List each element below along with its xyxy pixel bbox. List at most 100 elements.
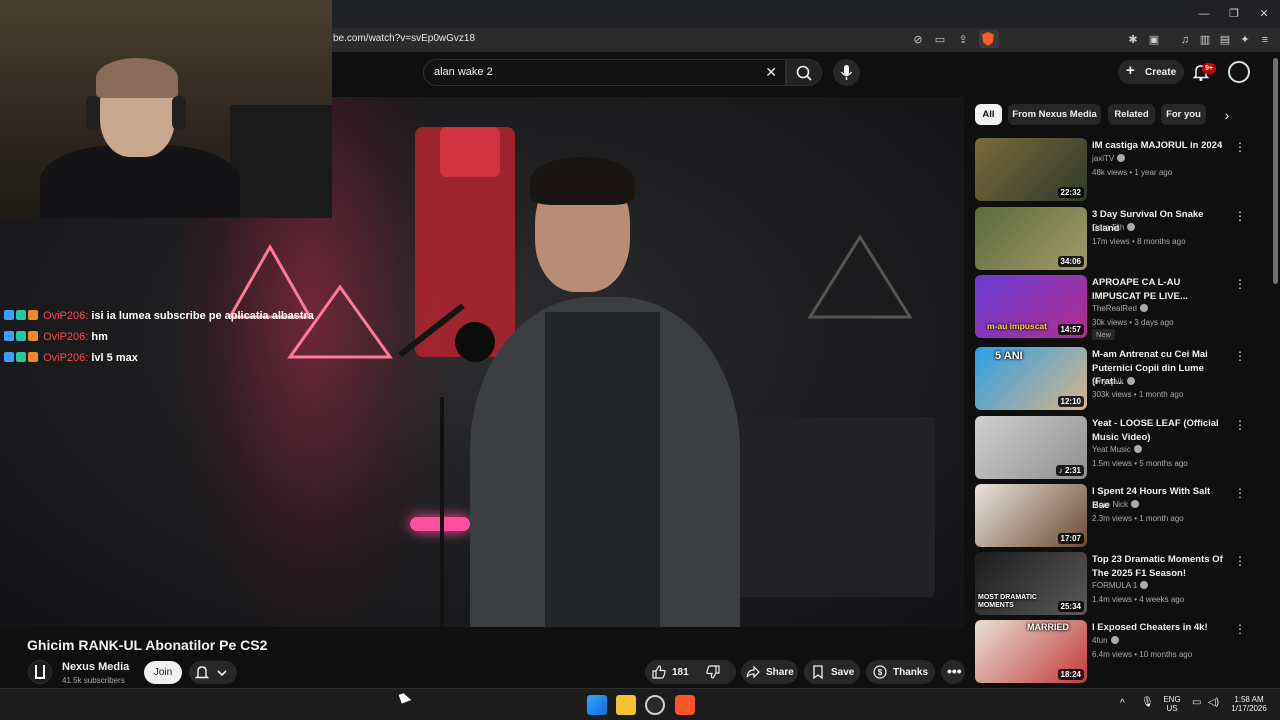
video-title-link[interactable]: APROAPE CA L-AU IMPUSCAT PE LIVE... [1092,276,1230,303]
thumbnail-caption: m-au impuscat [987,321,1047,331]
video-thumbnail[interactable]: MOST DRAMATIC MOMENTS 25:34 [975,552,1087,615]
channel-name[interactable]: tony saik [1092,377,1135,386]
chat-text: isi ia lumea subscribe pe aplicatia alba… [91,310,314,322]
restore-icon[interactable]: ❐ [1226,6,1242,22]
share-page-icon[interactable]: ⇪ [955,32,971,48]
video-thumbnail[interactable]: 22:32 [975,138,1087,201]
account-avatar[interactable] [1228,61,1250,83]
like-icon[interactable] [651,664,667,680]
more-actions-button[interactable]: ••• [941,660,965,684]
video-thumbnail[interactable]: MARRIED 18:24 [975,620,1087,683]
video-thumbnail[interactable]: 5 ANI 12:10 [975,347,1087,410]
video-thumbnail[interactable]: 34:06 [975,207,1087,270]
video-meta: 1.4m views • 4 weeks ago [1092,595,1185,604]
tray-overflow-icon[interactable]: ^ [1120,698,1125,709]
recommended-video[interactable]: MOST DRAMATIC MOMENTS 25:34 Top 23 Drama… [975,552,1255,616]
video-duration: ♪ 2:31 [1055,465,1084,476]
like-count[interactable]: 181 [672,667,689,678]
recommended-video[interactable]: ♪ 2:31 Yeat - LOOSE LEAF (Official Music… [975,416,1255,480]
channel-name[interactable]: jaxiTV [1092,154,1126,163]
more-vertical-icon[interactable]: ⋮ [1234,622,1246,636]
channel-name[interactable]: TheRealRed [1092,304,1148,313]
search-button[interactable] [786,59,822,86]
clear-search-icon[interactable]: ✕ [765,64,777,81]
recommended-video[interactable]: MARRIED 18:24 I Exposed Cheaters in 4k! … [975,620,1255,684]
channel-name[interactable]: More Nick [1092,500,1140,509]
tray-mic-icon[interactable]: 🎙 [1141,697,1154,708]
sidebar-icon[interactable]: ▥ [1197,32,1213,48]
video-title-link[interactable]: Top 23 Dramatic Moments Of The 2025 F1 S… [1092,553,1230,580]
chip-all[interactable]: All [975,104,1002,125]
menu-icon[interactable]: ≡ [1257,32,1273,48]
dislike-icon[interactable] [705,664,721,680]
more-horizontal-icon: ••• [947,663,962,679]
start-menu-icon[interactable] [587,695,607,715]
more-vertical-icon[interactable]: ⋮ [1234,140,1246,154]
thanks-button[interactable]: $ Thanks [866,660,935,684]
wall-shapes [807,234,913,319]
channel-name[interactable]: FORMULA 1 [1092,581,1149,590]
thanks-label: Thanks [893,667,929,678]
close-window-icon[interactable]: ✕ [1256,6,1272,22]
system-clock[interactable]: 1:58 AM 1/17/2026 [1224,695,1274,713]
subscription-bell-button[interactable] [189,661,237,684]
brave-browser-icon[interactable] [675,695,695,715]
recommended-video[interactable]: 22:32 iM castiga MAJORUL in 2024 jaxiTV … [975,138,1255,202]
channel-name[interactable]: Dara Tah [1092,223,1136,232]
wallet-icon[interactable]: ▤ [1217,32,1233,48]
minimize-icon[interactable]: — [1196,6,1212,22]
music-icon[interactable]: ♫ [1177,32,1193,48]
channel-name[interactable]: 4fun [1092,636,1119,645]
channel-name[interactable]: Yeat Music [1092,445,1142,454]
app-icon[interactable] [645,695,665,715]
more-vertical-icon[interactable]: ⋮ [1234,277,1246,291]
scrollbar-thumb[interactable] [1273,58,1278,284]
video-thumbnail[interactable]: m-au impuscat 14:57 [975,275,1087,338]
bell-chevron-icon [194,666,227,679]
video-title-link[interactable]: Yeat - LOOSE LEAF (Official Music Video) [1092,417,1230,444]
chevron-right-icon[interactable]: › [1218,106,1236,124]
video-thumbnail[interactable]: 17:07 [975,484,1087,547]
create-button[interactable]: + Create [1118,60,1184,84]
cast-icon[interactable]: ▭ [932,32,948,48]
recommended-video[interactable]: 5 ANI 12:10 M-am Antrenat cu Cei Mai Put… [975,347,1255,411]
channel-name[interactable]: Nexus Media [62,661,129,673]
person-shirt [545,312,660,627]
recommended-video[interactable]: 17:07 I Spent 24 Hours With Salt Bae Mor… [975,484,1255,548]
chip-related[interactable]: Related [1108,104,1155,125]
video-title-link[interactable]: iM castiga MAJORUL in 2024 [1092,139,1230,153]
more-vertical-icon[interactable]: ⋮ [1234,554,1246,568]
recommended-video[interactable]: m-au impuscat 14:57 APROAPE CA L-AU IMPU… [975,275,1255,340]
volume-icon[interactable]: ◁) [1208,697,1219,708]
save-button[interactable]: Save [804,660,860,684]
leo-ai-icon[interactable]: ✦ [1237,32,1253,48]
more-vertical-icon[interactable]: ⋮ [1234,209,1246,223]
tab-icon[interactable]: ▣ [1146,32,1162,48]
network-icon[interactable]: ▭ [1192,697,1201,708]
video-title-link[interactable]: I Exposed Cheaters in 4k! [1092,621,1230,635]
person-hair [530,157,635,205]
join-button[interactable]: Join [144,661,182,684]
video-thumbnail[interactable]: ♪ 2:31 [975,416,1087,479]
chat-username: OviP206: [43,310,89,322]
more-vertical-icon[interactable]: ⋮ [1234,349,1246,363]
recommended-video[interactable]: 34:06 3 Day Survival On Snake Island Dar… [975,207,1255,271]
channel-avatar[interactable] [28,660,52,684]
extensions-icon[interactable]: ✱ [1125,32,1141,48]
language-indicator[interactable]: ENG US [1160,695,1184,713]
more-vertical-icon[interactable]: ⋮ [1234,418,1246,432]
mute-icon[interactable]: ⊘ [910,32,926,48]
url-text[interactable]: be.com/watch?v=svEp0wGvz18 [333,33,475,44]
search-icon [796,65,812,81]
more-vertical-icon[interactable]: ⋮ [1234,486,1246,500]
file-explorer-icon[interactable] [616,695,636,715]
verified-icon [1117,154,1126,162]
share-button[interactable]: Share [741,660,798,684]
chip-for-you[interactable]: For you [1161,104,1206,125]
subscriber-count: 41.5k subscribers [62,676,125,685]
chip-from-channel[interactable]: From Nexus Media [1008,104,1101,125]
search-query[interactable]: alan wake 2 [434,66,493,78]
search-input[interactable]: alan wake 2 ✕ [423,59,786,86]
voice-search-button[interactable] [833,59,860,86]
brave-shields-icon[interactable] [979,30,999,48]
